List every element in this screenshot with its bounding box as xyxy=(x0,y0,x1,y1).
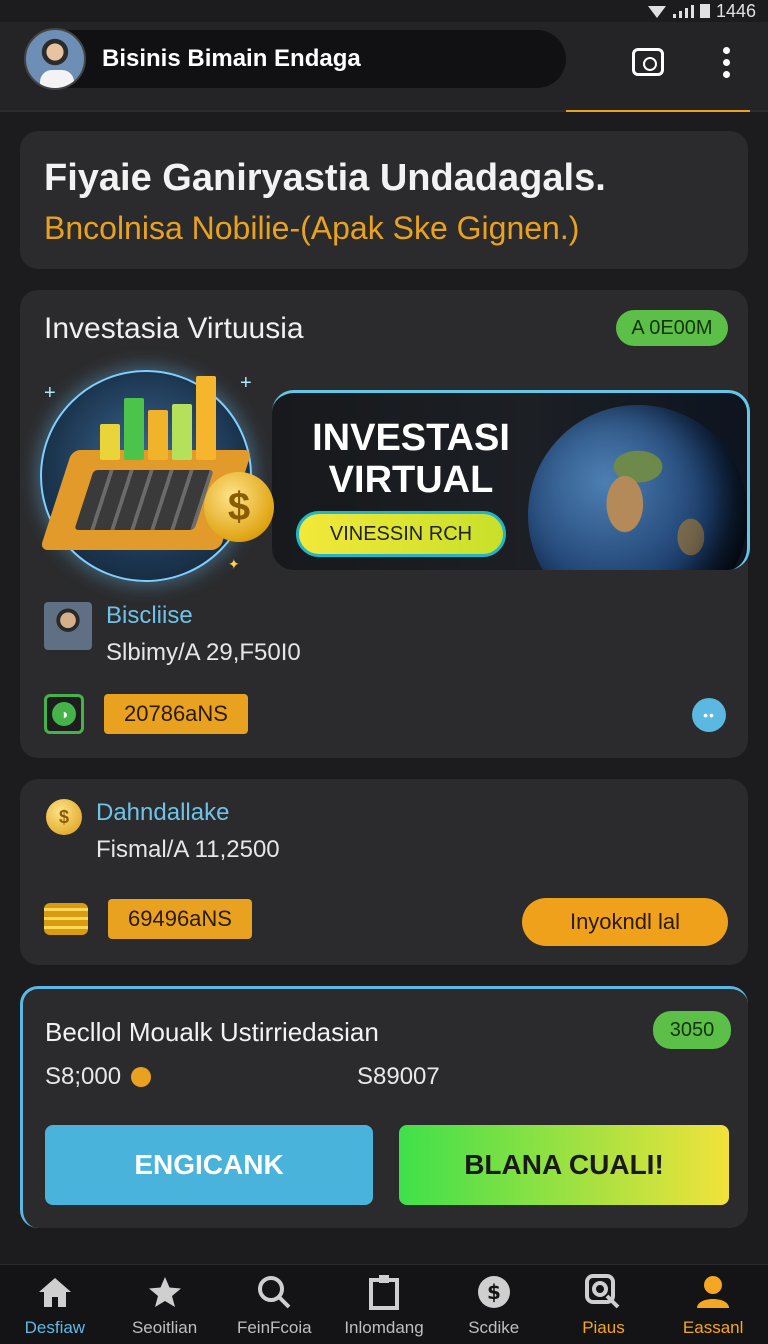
chart-bar xyxy=(124,398,144,460)
magnifier-icon xyxy=(583,1272,623,1312)
fund-card[interactable]: $ Dahndallake Fismal/A 11,2500 69496aNS … xyxy=(20,779,748,965)
signal-icon xyxy=(647,4,694,18)
banner-title: INVESTASI VIRTUAL xyxy=(312,417,510,501)
profile-pill[interactable]: Bisinis Bimain Endaga xyxy=(24,28,566,90)
nav-item-favorites[interactable]: Seoitlian xyxy=(110,1265,220,1344)
nav-item-tasks[interactable]: Inlomdang xyxy=(329,1265,439,1344)
investment-stats-row: ◑ 20786aNS xyxy=(44,694,248,734)
investor-row[interactable]: Biscliise Slbimy/A 29,F50I0 xyxy=(44,602,301,668)
nav-item-search[interactable]: FeinFcoia xyxy=(219,1265,329,1344)
coin-icon xyxy=(131,1067,152,1087)
calculator-keys-graphic xyxy=(74,470,214,530)
hero-card: Fiyaie Ganiryastia Undadagals. Bncolnisa… xyxy=(20,131,748,269)
nav-label: Eassanl xyxy=(682,1317,744,1337)
nav-item-profile[interactable]: Eassanl xyxy=(658,1265,768,1344)
summary-value-left: S8;000 xyxy=(45,1063,152,1091)
fund-title: Dahndallake xyxy=(96,799,230,826)
nav-label: FeinFcoia xyxy=(236,1317,312,1337)
investment-amount-chip: 20786aNS xyxy=(104,694,248,734)
dot-icon xyxy=(722,58,730,66)
primary-right-button[interactable]: BLANA CUALI! xyxy=(399,1125,729,1205)
sparkle-icon: ✦ xyxy=(228,556,240,572)
clipboard-icon xyxy=(364,1272,404,1312)
nav-label: Inlomdang xyxy=(344,1317,424,1337)
investment-badge: A 0E00M xyxy=(616,310,728,346)
fund-header-row: $ Dahndallake Fismal/A 11,2500 xyxy=(46,799,280,865)
avatar[interactable] xyxy=(24,28,86,90)
refresh-icon[interactable]: ◑ xyxy=(44,694,84,734)
status-time: 1446 xyxy=(715,0,756,21)
investment-banner[interactable]: INVESTASI VIRTUAL VINESSIN RCH xyxy=(272,390,750,570)
summary-value-right: S89007 xyxy=(357,1063,440,1090)
investment-card[interactable]: Investasia Virtuusia A 0E00M INVESTASI V… xyxy=(20,290,750,758)
nav-item-wallet[interactable]: $ Scdike xyxy=(439,1265,549,1344)
more-options-button[interactable]: •• xyxy=(692,698,726,732)
fund-amount: Fismal/A 11,2500 xyxy=(96,836,280,863)
bottom-navigation: Desfiaw Seoitlian FeinFcoia Inlomdang $ … xyxy=(0,1264,768,1344)
fund-action-button[interactable]: Inyokndl lal xyxy=(522,898,728,946)
investor-avatar xyxy=(44,602,92,650)
summary-title: Becllol Moualk Ustirriedasian xyxy=(45,1017,379,1047)
chart-bar xyxy=(172,404,192,460)
value-left-text: S8;000 xyxy=(45,1063,122,1090)
more-menu-button[interactable] xyxy=(706,42,746,82)
svg-text:$: $ xyxy=(487,1280,501,1304)
dollar-circle-icon: $ xyxy=(474,1272,514,1312)
sparkle-icon: + xyxy=(240,372,252,394)
investor-name: Biscliise xyxy=(106,602,193,629)
chart-bar xyxy=(196,376,216,460)
dollar-coin-icon: $ xyxy=(204,472,274,542)
nav-label: Seoitlian xyxy=(131,1317,198,1337)
hero-title: Fiyaie Ganiryastia Undadagals. xyxy=(44,157,606,199)
nav-item-home[interactable]: Desfiaw xyxy=(0,1265,110,1344)
chart-bar xyxy=(148,410,168,460)
chart-bar xyxy=(100,424,120,460)
profile-icon xyxy=(693,1272,733,1312)
investor-amount: Slbimy/A 29,F50I0 xyxy=(106,639,301,666)
header-accent-line xyxy=(566,110,750,112)
banner-cta-button[interactable]: VINESSIN RCH xyxy=(296,511,506,557)
nav-label: Scdike xyxy=(468,1317,520,1337)
nav-item-explore[interactable]: Piaus xyxy=(549,1265,659,1344)
star-icon xyxy=(145,1272,185,1312)
investment-title: Investasia Virtuusia xyxy=(44,312,304,345)
calculator-chart-illustration: + + ✦ $ xyxy=(34,360,284,582)
summary-card: Becllol Moualk Ustirriedasian 3050 S8;00… xyxy=(20,986,748,1228)
fund-stats-row: 69496aNS xyxy=(44,899,252,939)
search-icon xyxy=(254,1272,294,1312)
coin-icon: $ xyxy=(46,799,82,835)
dot-icon xyxy=(722,46,730,54)
status-bar: 1446 xyxy=(0,0,768,22)
summary-badge: 3050 xyxy=(653,1011,731,1049)
camera-icon xyxy=(632,48,664,76)
coin-stack-icon xyxy=(44,903,88,935)
fund-amount-chip: 69496aNS xyxy=(108,899,252,939)
camera-button[interactable] xyxy=(628,42,668,82)
sparkle-icon: + xyxy=(44,382,56,404)
home-icon xyxy=(35,1272,75,1312)
hero-subtitle: Bncolnisa Nobilie-(Apak Ske Gignen.) xyxy=(44,210,580,246)
nav-label: Desfiaw xyxy=(24,1317,86,1337)
primary-left-button[interactable]: ENGICANK xyxy=(45,1125,373,1205)
earth-globe-image xyxy=(528,405,747,570)
battery-icon xyxy=(699,4,710,18)
header-title: Bisinis Bimain Endaga xyxy=(102,45,361,72)
dot-icon xyxy=(722,70,730,78)
nav-label: Piaus xyxy=(582,1317,625,1337)
app-header: Bisinis Bimain Endaga xyxy=(0,22,768,112)
